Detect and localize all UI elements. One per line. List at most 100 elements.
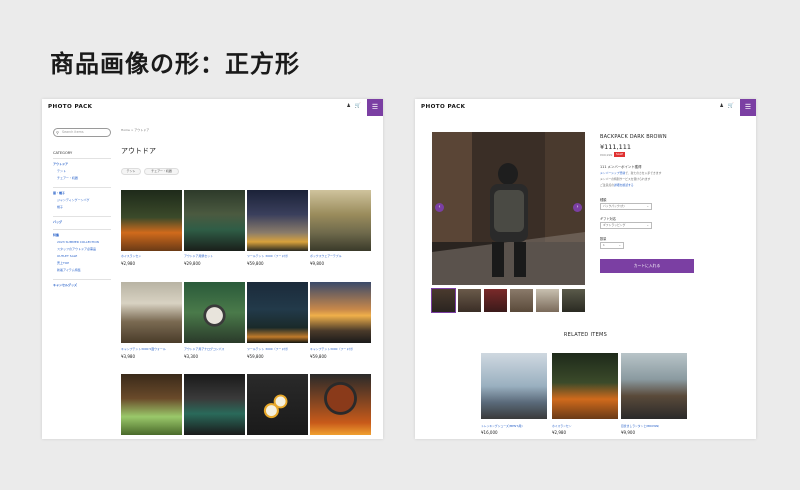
category-item[interactable]: テント (57, 169, 66, 173)
product-name[interactable]: キャンプテント3000 5面ウォール (121, 347, 166, 351)
product-price: ¥3,980 (121, 354, 135, 359)
select-value: 1 (603, 243, 605, 247)
product-image-green-tent[interactable] (121, 374, 182, 435)
thumbnail[interactable] (458, 289, 481, 312)
page-heading: 商品画像の形：正方形 (50, 50, 300, 78)
service-note: メンバーの特別サービスを受けられます (600, 177, 651, 181)
related-name[interactable]: ホイスランセン (552, 424, 572, 428)
filter-chip[interactable]: チェアー・机器 (144, 168, 179, 175)
product-name[interactable]: ツールテント 3000（フード付） (247, 254, 290, 258)
search-input[interactable]: ⚲ Search items (53, 128, 111, 137)
product-image-eggs-pan[interactable] (247, 374, 308, 435)
details-link[interactable]: 詳細を確認する (614, 183, 634, 187)
type-select[interactable]: バックパック(大) ⌄ (600, 203, 652, 210)
breadcrumb[interactable]: Home > アウトドア (121, 128, 149, 132)
product-image-cookware[interactable] (184, 190, 245, 251)
product-name[interactable]: ツールテント 3000（フード付） (247, 347, 290, 351)
product-image-forest-tent[interactable] (247, 282, 308, 343)
chevron-down-icon: ⌄ (646, 223, 649, 227)
thumbnail[interactable] (562, 289, 585, 312)
category-page-title: アウトドア (121, 147, 156, 155)
thumbnail[interactable] (431, 288, 456, 313)
brand-logo[interactable]: PHOTO PACK (48, 104, 92, 110)
search-icon: ⚲ (56, 130, 59, 135)
thumbnail[interactable] (510, 289, 533, 312)
note-text: で、新たのさを入手できます (625, 171, 662, 175)
quantity-select[interactable]: 1 ⌄ (600, 242, 624, 249)
related-price: ¥9,900 (621, 430, 635, 435)
menu-icon: ☰ (744, 103, 752, 111)
gift-select[interactable]: ギフトラッピング ⌄ (600, 222, 652, 229)
menu-button[interactable]: ☰ (367, 99, 383, 116)
prev-image-button[interactable]: ‹ (435, 203, 444, 212)
next-image-button[interactable]: › (573, 203, 582, 212)
product-image-picnic[interactable] (121, 282, 182, 343)
category-item[interactable]: 2023 SUMMER COLLECTION (57, 240, 99, 244)
product-image-stove[interactable] (184, 374, 245, 435)
category-item[interactable]: 売上TOP (57, 261, 69, 265)
thumbnail[interactable] (536, 289, 559, 312)
thumbnail[interactable] (484, 289, 507, 312)
category-item[interactable]: チェアー・机器 (57, 176, 78, 180)
select-value: ギフトラッピング (603, 223, 626, 227)
category-item[interactable]: 新着アイテム特集 (57, 268, 81, 272)
product-image-tent-table[interactable] (310, 190, 371, 251)
user-icon[interactable]: ♟ (347, 104, 351, 109)
related-price: ¥16,000 (481, 430, 498, 435)
related-image-backpack[interactable] (621, 353, 687, 419)
chevron-right-icon: › (576, 204, 579, 210)
menu-button[interactable]: ☰ (740, 99, 756, 116)
membership-link[interactable]: メンバーシップ登録 (600, 171, 625, 175)
chevron-down-icon: ⌄ (646, 204, 649, 208)
category-title: CATEGORY (53, 151, 73, 155)
add-to-cart-button[interactable]: カートに入れる (600, 259, 694, 273)
product-image-compass[interactable] (184, 282, 245, 343)
divider (53, 229, 111, 230)
product-price: ¥9,800 (310, 261, 324, 266)
user-icon[interactable]: ♟ (720, 104, 724, 109)
product-main-image (432, 132, 585, 285)
membership-note: メンバーシップ登録で、新たのさを入手できます (600, 171, 661, 175)
product-image-skillet-fire[interactable] (310, 374, 371, 435)
category-item[interactable]: アウトドア (53, 162, 68, 166)
chevron-down-icon: ⌄ (618, 243, 621, 247)
divider (53, 279, 111, 280)
list-page-screenshot: PHOTO PACK ♟ 🛒 ☰ ⚲ Search items CATEGORY… (42, 99, 383, 439)
filter-chip[interactable]: テント (121, 168, 141, 175)
option-label: ギフト対応 (600, 217, 616, 221)
category-item[interactable]: 帽子 (57, 205, 63, 209)
related-image-boots[interactable] (481, 353, 547, 419)
product-image-tent-night[interactable] (247, 190, 308, 251)
product-name[interactable]: ボックスウェアーテブル (310, 254, 342, 258)
product-image-campfire[interactable] (121, 190, 182, 251)
note-text: ご注意点の (600, 183, 614, 187)
product-image-sunset-tent[interactable] (310, 282, 371, 343)
category-item[interactable]: OUTLET SALE (57, 254, 77, 258)
category-item[interactable]: キャンセルグッズ (53, 283, 77, 287)
product-price: ¥3,300 (184, 354, 198, 359)
search-placeholder: Search items (62, 130, 84, 134)
product-price: ¥59,800 (247, 261, 264, 266)
category-item[interactable]: バッグ (53, 220, 62, 224)
related-image-campfire[interactable] (552, 353, 618, 419)
category-item[interactable]: 特集 (53, 233, 59, 237)
brand-logo[interactable]: PHOTO PACK (421, 104, 465, 110)
cart-icon[interactable]: 🛒 (728, 104, 734, 109)
category-item[interactable]: 服・帽子 (53, 191, 65, 195)
product-name[interactable]: アウトドア用鍋セット (184, 254, 213, 258)
caution-note: ご注意点の詳細を確認する (600, 183, 634, 187)
related-name[interactable]: 目覚ましランタンと(BROWN) (621, 424, 659, 428)
original-price: ¥99,999 (600, 153, 613, 157)
product-price: ¥29,800 (184, 261, 201, 266)
select-value: バックパック(大) (603, 204, 625, 208)
category-item[interactable]: スタッフのアウトドア必需品 (57, 247, 96, 251)
menu-icon: ☰ (371, 103, 379, 111)
product-name[interactable]: ホイスランセン (121, 254, 141, 258)
sale-badge: SALE (614, 152, 626, 157)
cart-icon[interactable]: 🛒 (355, 104, 361, 109)
product-name[interactable]: アウトドア用アナログコンパス (184, 347, 224, 351)
product-name[interactable]: キャンプテント3000（フード付） (310, 347, 355, 351)
related-name[interactable]: トレッキングシューズ(MEN'S用) (481, 424, 523, 428)
category-item[interactable]: ジャンディングーンバグ (57, 198, 90, 202)
product-price: ¥59,800 (247, 354, 264, 359)
